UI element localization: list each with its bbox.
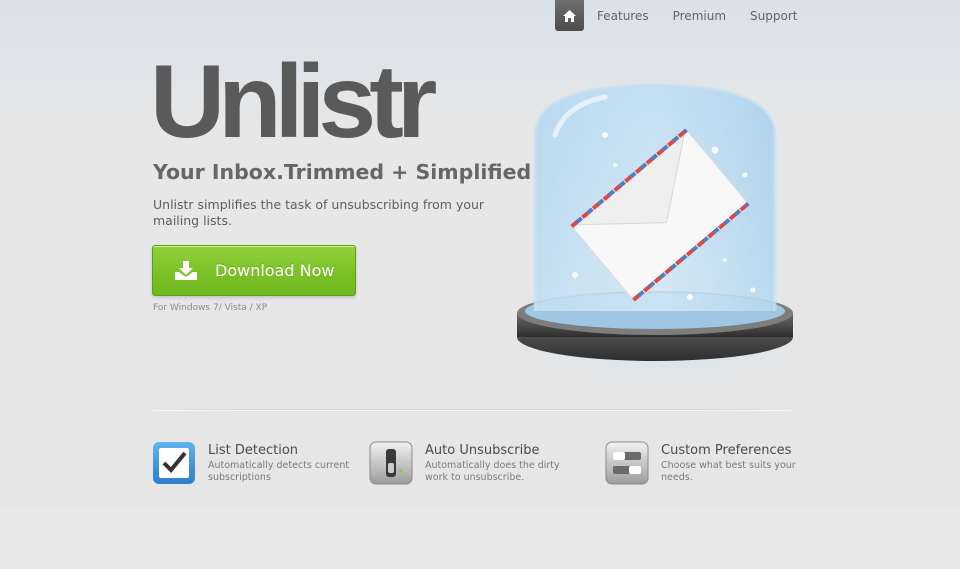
download-tray-icon	[175, 260, 197, 280]
feature-list-detection: List Detection Automatically detects cur…	[152, 441, 353, 485]
checkbox-icon	[153, 442, 195, 484]
feature-title: Custom Preferences	[661, 443, 792, 458]
feature-auto-unsubscribe: Auto Unsubscribe Automatically does the …	[369, 441, 570, 485]
feature-description: Automatically detects current subscripti…	[208, 460, 350, 483]
footer-band	[0, 507, 960, 569]
download-label: Download Now	[215, 261, 335, 280]
nav-link-support[interactable]: Support	[750, 9, 797, 23]
feature-title: Auto Unsubscribe	[425, 443, 540, 458]
feature-description: Automatically does the dirty work to uns…	[425, 460, 560, 483]
envelope-dome-illustration	[517, 83, 795, 405]
home-button[interactable]	[555, 0, 584, 31]
nav-link-premium[interactable]: Premium	[673, 9, 726, 23]
nav-link-features[interactable]: Features	[597, 9, 649, 23]
platform-note: For Windows 7/ Vista / XP	[153, 303, 268, 313]
download-button[interactable]: Download Now	[152, 245, 356, 296]
feature-custom-preferences: Custom Preferences Choose what best suit…	[605, 441, 806, 485]
feature-description: Choose what best suits your needs.	[661, 460, 796, 483]
feature-title: List Detection	[208, 443, 299, 458]
app-logo: Unlistr	[150, 44, 437, 160]
preferences-icon	[605, 441, 649, 485]
top-nav: Features Premium Support	[555, 0, 797, 31]
tagline: Your Inbox.Trimmed + Simplified	[153, 160, 532, 184]
section-divider	[152, 409, 792, 411]
hero-description: Unlistr simplifies the task of unsubscri…	[153, 197, 485, 228]
home-icon	[563, 9, 576, 22]
switch-icon	[369, 441, 413, 485]
